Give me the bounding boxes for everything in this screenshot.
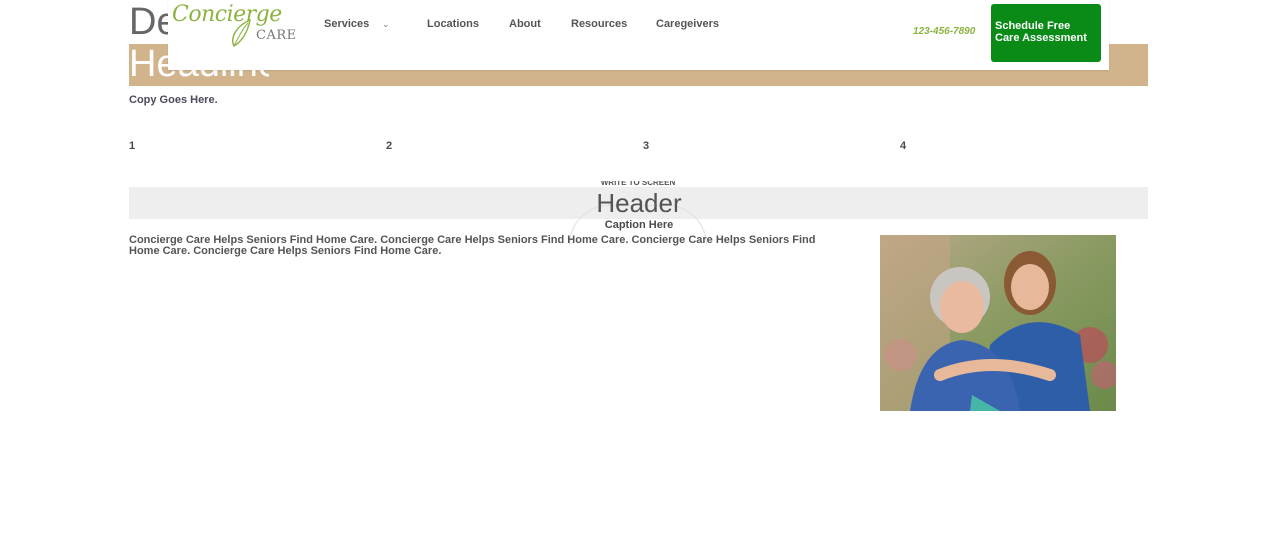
- senior-caregiver-photo: [880, 235, 1116, 411]
- leaf-icon: [232, 18, 251, 47]
- section-caption: Caption Here: [604, 219, 674, 231]
- logo-care: CARE: [256, 28, 297, 43]
- nav-services[interactable]: Services: [324, 18, 369, 30]
- column-number-1: 1: [129, 140, 136, 152]
- schedule-assessment-button[interactable]: Schedule Free Care Assessment: [991, 4, 1101, 62]
- photo-illustration: [880, 235, 1116, 411]
- nav-about[interactable]: About: [509, 18, 541, 30]
- column-number-3: 3: [643, 140, 650, 152]
- concierge-care-logo[interactable]: Concierge CARE: [172, 2, 297, 52]
- nav-caregivers[interactable]: Caregeivers: [656, 18, 719, 30]
- hero-copy: Copy Goes Here.: [129, 94, 218, 106]
- section-body-text: Concierge Care Helps Seniors Find Home C…: [129, 234, 816, 257]
- nav-resources[interactable]: Resources: [571, 18, 627, 30]
- phone-number-link[interactable]: 123-456-7890: [913, 26, 975, 37]
- column-number-4: 4: [900, 140, 907, 152]
- section-header: Header: [596, 188, 682, 218]
- nav-locations[interactable]: Locations: [427, 18, 479, 30]
- navbar: Concierge CARE Services ⌄ Locations Abou…: [168, 0, 1109, 70]
- chevron-down-icon[interactable]: ⌄: [382, 19, 390, 30]
- column-number-2: 2: [386, 140, 393, 152]
